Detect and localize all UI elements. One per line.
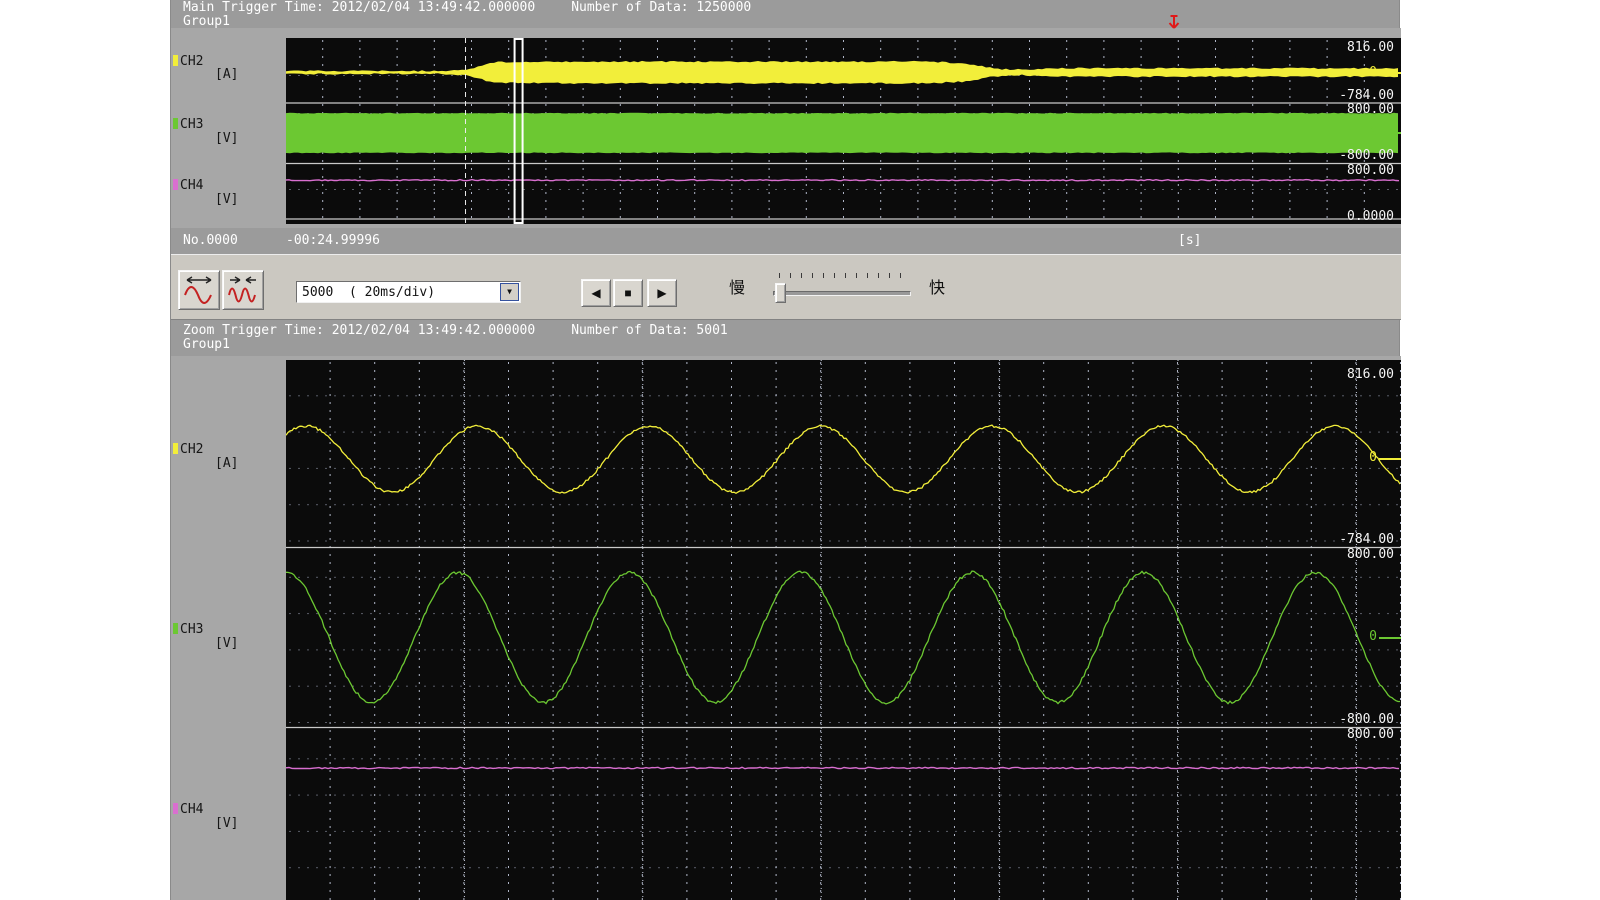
zoom-ch3-bottom-scale: -800.00 bbox=[1339, 713, 1394, 726]
main-ch3-zero-tick bbox=[1379, 132, 1401, 134]
main-ch2-top-scale: 816.00 bbox=[1347, 41, 1394, 54]
zoom-ch4-unit: [V] bbox=[215, 817, 238, 830]
screen: Main Trigger Time: 2012/02/04 13:49:42.0… bbox=[0, 0, 1600, 900]
expand-wave-icon bbox=[182, 274, 216, 306]
zoom-ch2-zero-tick bbox=[1379, 458, 1401, 460]
speed-slider-thumb[interactable] bbox=[775, 283, 786, 303]
zoom-ch3-top-scale: 800.00 bbox=[1347, 548, 1394, 561]
zoom-ch3-zero-label: 0 bbox=[1369, 630, 1377, 643]
waveform-viewer-app: Main Trigger Time: 2012/02/04 13:49:42.0… bbox=[170, 0, 1400, 900]
zoom-waveform-panel: 816.00 CH2 [A] 0 -784.00 800.00 CH3 [V] … bbox=[171, 356, 1401, 900]
zoom-ch2-bottom-scale: -784.00 bbox=[1339, 533, 1394, 546]
play-backward-button[interactable]: ◀ bbox=[581, 279, 611, 307]
main-ch4-top-scale: 800.00 bbox=[1347, 164, 1394, 177]
fast-label: 快 bbox=[929, 280, 945, 296]
zoom-data-count-label: Number of Data: 5001 bbox=[571, 324, 728, 338]
main-ch2-unit: [A] bbox=[215, 68, 238, 81]
record-length-value: 5000 ( 20ms/div) bbox=[297, 285, 500, 300]
zoom-ch3-color-marker-icon bbox=[173, 623, 178, 634]
wave-expand-button[interactable] bbox=[178, 270, 220, 310]
zoom-trigger-time-label: Zoom Trigger Time: 2012/02/04 13:49:42.0… bbox=[183, 324, 535, 338]
stop-button[interactable]: ■ bbox=[613, 279, 643, 307]
zoom-ch2-color-marker-icon bbox=[173, 443, 178, 454]
main-ch2-zero-label: 0 bbox=[1369, 66, 1377, 79]
main-ch3-zero-label: 0 bbox=[1369, 126, 1377, 139]
ch2-color-marker-icon bbox=[173, 55, 178, 66]
zoom-ch2-unit: [A] bbox=[215, 457, 238, 470]
main-waveform-panel: 816.00 CH2 [A] 0 -784.00 800.00 CH3 [V] … bbox=[171, 28, 1401, 228]
compress-wave-icon bbox=[226, 274, 260, 306]
slow-label: 慢 bbox=[729, 280, 745, 296]
main-group-label: Group1 bbox=[183, 15, 230, 29]
ch3-color-marker-icon bbox=[173, 118, 178, 129]
main-ch2-bottom-scale: -784.00 bbox=[1339, 89, 1394, 102]
zoom-waveform-plot[interactable] bbox=[286, 360, 1401, 900]
main-ch2-name: CH2 bbox=[180, 55, 203, 68]
main-ch3-unit: [V] bbox=[215, 132, 238, 145]
zoom-header: Zoom Trigger Time: 2012/02/04 13:49:42.0… bbox=[171, 320, 1399, 356]
zoom-ch4-name: CH4 bbox=[180, 803, 203, 816]
zoom-ch3-unit: [V] bbox=[215, 637, 238, 650]
right-triangle-icon: ▶ bbox=[657, 286, 666, 300]
main-waveform-plot[interactable] bbox=[286, 38, 1401, 224]
main-ch4-name: CH4 bbox=[180, 179, 203, 192]
trigger-position-marker-icon[interactable] bbox=[1166, 14, 1182, 34]
main-data-count-label: Number of Data: 1250000 bbox=[571, 1, 751, 15]
toolbar: 5000 ( 20ms/div) ▼ ◀ ■ ▶ 慢 快 bbox=[171, 254, 1401, 320]
zoom-ch2-zero-label: 0 bbox=[1369, 451, 1377, 464]
zoom-group-label: Group1 bbox=[183, 338, 230, 352]
zoom-ch3-zero-tick bbox=[1379, 637, 1401, 639]
record-number-label: No.0000 bbox=[183, 228, 238, 254]
main-status-bar: No.0000 -00:24.99996 [s] bbox=[171, 228, 1401, 254]
record-time-label: -00:24.99996 bbox=[286, 228, 380, 254]
wave-compress-button[interactable] bbox=[222, 270, 264, 310]
zoom-ch2-top-scale: 816.00 bbox=[1347, 368, 1394, 381]
main-header: Main Trigger Time: 2012/02/04 13:49:42.0… bbox=[171, 0, 1399, 28]
main-trigger-time-label: Main Trigger Time: 2012/02/04 13:49:42.0… bbox=[183, 1, 535, 15]
main-ch3-name: CH3 bbox=[180, 118, 203, 131]
left-triangle-icon: ◀ bbox=[591, 286, 600, 300]
record-length-dropdown[interactable]: 5000 ( 20ms/div) ▼ bbox=[296, 281, 521, 303]
ch4-color-marker-icon bbox=[173, 179, 178, 190]
main-ch2-zero-tick bbox=[1379, 72, 1401, 74]
play-forward-button[interactable]: ▶ bbox=[647, 279, 677, 307]
main-ch3-bottom-scale: -800.00 bbox=[1339, 149, 1394, 162]
speed-slider[interactable] bbox=[773, 291, 911, 296]
stop-icon: ■ bbox=[624, 286, 631, 300]
main-ch4-bottom-scale: 0.0000 bbox=[1347, 210, 1394, 223]
slider-ticks bbox=[779, 273, 901, 278]
time-unit-label: [s] bbox=[1178, 228, 1201, 254]
zoom-ch4-color-marker-icon bbox=[173, 803, 178, 814]
zoom-ch3-name: CH3 bbox=[180, 623, 203, 636]
zoom-ch4-top-scale: 800.00 bbox=[1347, 728, 1394, 741]
zoom-ch2-name: CH2 bbox=[180, 443, 203, 456]
dropdown-arrow-button[interactable]: ▼ bbox=[500, 283, 519, 301]
main-ch4-unit: [V] bbox=[215, 193, 238, 206]
main-ch3-top-scale: 800.00 bbox=[1347, 103, 1394, 116]
chevron-down-icon: ▼ bbox=[507, 288, 512, 296]
